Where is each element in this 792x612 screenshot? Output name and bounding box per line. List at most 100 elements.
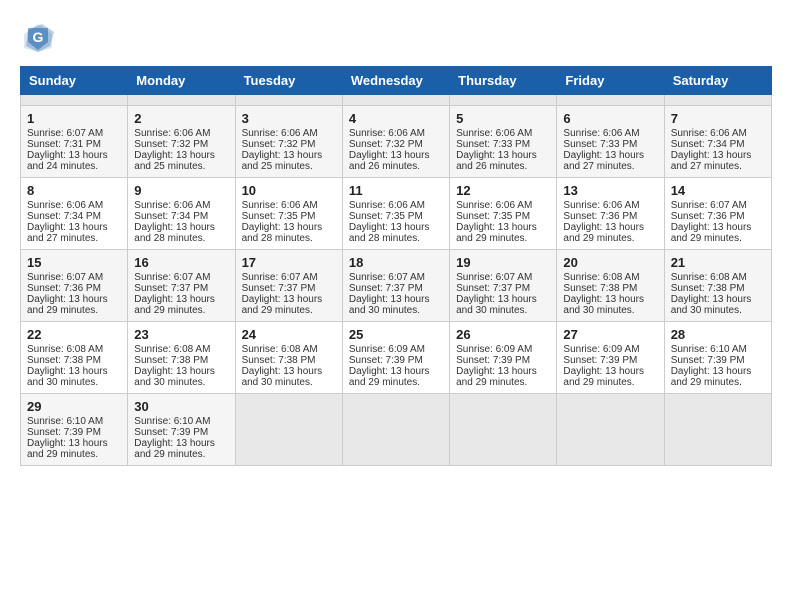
daylight-text: Daylight: 13 hours and 29 minutes. [27,438,121,460]
calendar-cell: 12Sunrise: 6:06 AMSunset: 7:35 PMDayligh… [450,178,557,250]
day-number: 22 [27,327,121,342]
calendar-cell [235,95,342,106]
day-number: 23 [134,327,228,342]
calendar-cell [21,95,128,106]
day-number: 29 [27,399,121,414]
sunrise-text: Sunrise: 6:07 AM [27,128,121,139]
day-number: 12 [456,183,550,198]
calendar-cell: 24Sunrise: 6:08 AMSunset: 7:38 PMDayligh… [235,322,342,394]
sunrise-text: Sunrise: 6:07 AM [242,272,336,283]
sunrise-text: Sunrise: 6:06 AM [349,128,443,139]
sunset-text: Sunset: 7:34 PM [671,139,765,150]
sunrise-text: Sunrise: 6:06 AM [27,200,121,211]
daylight-text: Daylight: 13 hours and 29 minutes. [134,438,228,460]
logo-icon: G [20,20,56,56]
day-number: 20 [563,255,657,270]
calendar-cell [664,95,771,106]
svg-text:G: G [33,29,44,45]
calendar-cell [450,95,557,106]
day-number: 18 [349,255,443,270]
sunrise-text: Sunrise: 6:08 AM [27,344,121,355]
sunset-text: Sunset: 7:38 PM [671,283,765,294]
day-number: 10 [242,183,336,198]
calendar-cell [557,394,664,466]
sunrise-text: Sunrise: 6:10 AM [134,416,228,427]
calendar-cell: 28Sunrise: 6:10 AMSunset: 7:39 PMDayligh… [664,322,771,394]
daylight-text: Daylight: 13 hours and 30 minutes. [563,294,657,316]
daylight-text: Daylight: 13 hours and 26 minutes. [456,150,550,172]
calendar-week-row: 22Sunrise: 6:08 AMSunset: 7:38 PMDayligh… [21,322,772,394]
sunset-text: Sunset: 7:34 PM [134,211,228,222]
sunset-text: Sunset: 7:38 PM [242,355,336,366]
calendar-cell: 18Sunrise: 6:07 AMSunset: 7:37 PMDayligh… [342,250,449,322]
daylight-text: Daylight: 13 hours and 24 minutes. [27,150,121,172]
daylight-text: Daylight: 13 hours and 29 minutes. [242,294,336,316]
day-number: 3 [242,111,336,126]
sunrise-text: Sunrise: 6:06 AM [242,200,336,211]
day-number: 24 [242,327,336,342]
calendar-cell [450,394,557,466]
sunset-text: Sunset: 7:35 PM [349,211,443,222]
calendar-cell: 15Sunrise: 6:07 AMSunset: 7:36 PMDayligh… [21,250,128,322]
daylight-text: Daylight: 13 hours and 30 minutes. [456,294,550,316]
calendar-cell: 13 Sunrise: 6:06 AMSunset: 7:36 PMDayligh… [557,178,664,250]
daylight-text: Daylight: 13 hours and 28 minutes. [242,222,336,244]
sunset-text: Sunset: 7:39 PM [27,427,121,438]
sunrise-text: Sunrise: 6:06 AM [563,200,657,211]
calendar-cell: 21Sunrise: 6:08 AMSunset: 7:38 PMDayligh… [664,250,771,322]
daylight-text: Daylight: 13 hours and 29 minutes. [671,366,765,388]
daylight-text: Daylight: 13 hours and 26 minutes. [349,150,443,172]
sunset-text: Sunset: 7:38 PM [134,355,228,366]
daylight-text: Daylight: 13 hours and 30 minutes. [671,294,765,316]
calendar-cell [342,394,449,466]
sunrise-text: Sunrise: 6:06 AM [242,128,336,139]
day-number: 5 [456,111,550,126]
calendar-cell: 6Sunrise: 6:06 AMSunset: 7:33 PMDaylight… [557,106,664,178]
sunset-text: Sunset: 7:37 PM [349,283,443,294]
daylight-text: Daylight: 13 hours and 27 minutes. [563,150,657,172]
day-number: 28 [671,327,765,342]
daylight-text: Daylight: 13 hours and 30 minutes. [349,294,443,316]
sunrise-text: Sunrise: 6:10 AM [27,416,121,427]
calendar-cell: 26Sunrise: 6:09 AMSunset: 7:39 PMDayligh… [450,322,557,394]
daylight-text: Daylight: 13 hours and 29 minutes. [349,366,443,388]
sunset-text: Sunset: 7:37 PM [456,283,550,294]
day-number: 26 [456,327,550,342]
day-number: 25 [349,327,443,342]
sunset-text: Sunset: 7:33 PM [563,139,657,150]
sunrise-text: Sunrise: 6:08 AM [134,344,228,355]
daylight-text: Daylight: 13 hours and 25 minutes. [134,150,228,172]
day-number: 1 [27,111,121,126]
day-of-week-header: Thursday [450,67,557,95]
sunset-text: Sunset: 7:36 PM [563,211,657,222]
sunset-text: Sunset: 7:35 PM [456,211,550,222]
sunset-text: Sunset: 7:39 PM [563,355,657,366]
calendar-cell: 30Sunrise: 6:10 AMSunset: 7:39 PMDayligh… [128,394,235,466]
sunset-text: Sunset: 7:39 PM [456,355,550,366]
sunrise-text: Sunrise: 6:06 AM [134,128,228,139]
sunrise-text: Sunrise: 6:09 AM [563,344,657,355]
calendar-cell [664,394,771,466]
calendar-header-row: SundayMondayTuesdayWednesdayThursdayFrid… [21,67,772,95]
sunrise-text: Sunrise: 6:06 AM [456,200,550,211]
calendar-cell [557,95,664,106]
day-number: 9 [134,183,228,198]
day-of-week-header: Sunday [21,67,128,95]
day-number: 19 [456,255,550,270]
sunset-text: Sunset: 7:32 PM [349,139,443,150]
day-of-week-header: Wednesday [342,67,449,95]
calendar-cell: 9Sunrise: 6:06 AMSunset: 7:34 PMDaylight… [128,178,235,250]
sunset-text: Sunset: 7:39 PM [349,355,443,366]
day-number: 17 [242,255,336,270]
sunset-text: Sunset: 7:34 PM [27,211,121,222]
sunset-text: Sunset: 7:38 PM [563,283,657,294]
calendar-cell: 3Sunrise: 6:06 AMSunset: 7:32 PMDaylight… [235,106,342,178]
calendar-cell [128,95,235,106]
day-number: 16 [134,255,228,270]
daylight-text: Daylight: 13 hours and 29 minutes. [563,222,657,244]
sunrise-text: Sunrise: 6:06 AM [563,128,657,139]
daylight-text: Daylight: 13 hours and 28 minutes. [349,222,443,244]
calendar-cell: 22Sunrise: 6:08 AMSunset: 7:38 PMDayligh… [21,322,128,394]
day-number: 13 [563,183,657,198]
sunrise-text: Sunrise: 6:07 AM [134,272,228,283]
